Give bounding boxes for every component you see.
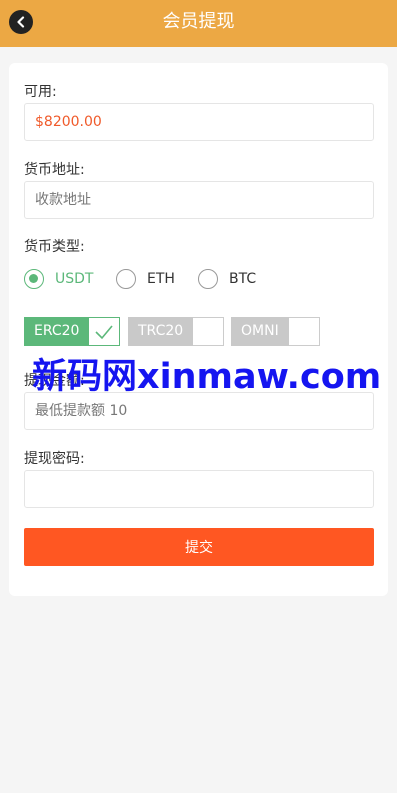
- chain-trc20-checkbox: [193, 317, 225, 346]
- available-balance-field: $8200.00: [24, 103, 374, 141]
- watermark-text: 新码网xinmaw.com: [32, 357, 382, 397]
- password-label: 提现密码:: [24, 451, 85, 467]
- withdraw-form-card: 可用: $8200.00 货币地址: 货币类型: USDT ETH BTC ER…: [9, 63, 388, 596]
- chain-option-erc20[interactable]: ERC20: [24, 317, 121, 346]
- chain-option-omni[interactable]: OMNI: [231, 317, 320, 346]
- radio-btc-label: BTC: [229, 271, 257, 287]
- radio-eth[interactable]: ETH: [116, 268, 175, 290]
- checkmark-icon: [95, 324, 114, 339]
- radio-unchecked-icon: [198, 269, 218, 289]
- chain-erc20-label: ERC20: [24, 317, 90, 346]
- radio-usdt-label: USDT: [55, 271, 94, 287]
- page-title: 会员提现: [162, 11, 235, 32]
- password-input[interactable]: [24, 470, 374, 508]
- address-label: 货币地址:: [24, 162, 85, 178]
- chain-option-trc20[interactable]: TRC20: [128, 317, 225, 346]
- chain-omni-label: OMNI: [231, 317, 289, 346]
- radio-unchecked-icon: [116, 269, 136, 289]
- radio-checked-icon: [24, 269, 44, 289]
- chain-omni-checkbox: [288, 317, 320, 346]
- radio-usdt[interactable]: USDT: [24, 268, 93, 290]
- address-input[interactable]: [24, 181, 374, 219]
- header-bar: 会员提现: [0, 0, 397, 47]
- chain-trc20-label: TRC20: [128, 317, 194, 346]
- currency-type-label: 货币类型:: [24, 239, 85, 255]
- available-label: 可用:: [24, 84, 57, 100]
- radio-eth-label: ETH: [147, 271, 175, 287]
- radio-btc[interactable]: BTC: [198, 268, 256, 290]
- submit-button[interactable]: 提交: [24, 528, 374, 566]
